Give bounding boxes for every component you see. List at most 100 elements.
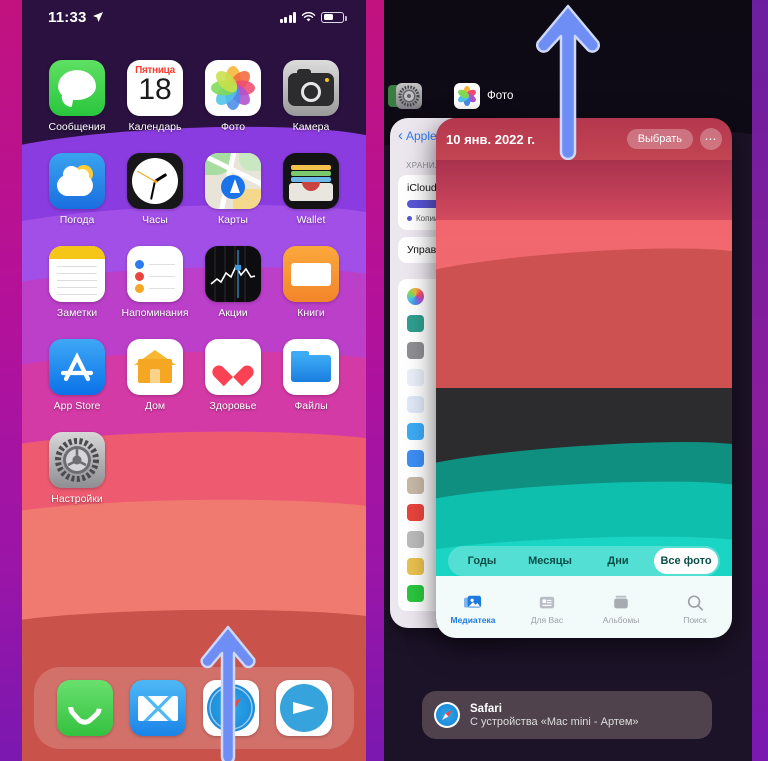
app-store-icon [49, 339, 105, 395]
app-icon-weather[interactable]: Погода [38, 153, 116, 226]
mail-icon[interactable] [129, 680, 186, 736]
segment-days[interactable]: Дни [586, 548, 650, 574]
status-time-group: 11:33 [48, 9, 104, 26]
switcher-tab-photos[interactable]: Фото [454, 83, 513, 109]
switcher-card-photos[interactable]: 10 янв. 2022 г. Выбрать ⋯ Годы Месяцы Дн… [436, 118, 732, 638]
stocks-icon [205, 246, 261, 302]
swipe-up-arrow-icon [535, 4, 601, 160]
handoff-banner[interactable]: Safari С устройства «Mac mini - Артем» [422, 691, 712, 739]
app-icon-messages[interactable]: Сообщения [38, 60, 116, 133]
photo-thumbnail[interactable] [436, 160, 732, 388]
notes-icon [49, 246, 105, 302]
right-edge-gradient [752, 0, 768, 761]
segment-months[interactable]: Месяцы [518, 548, 582, 574]
app-icon-books[interactable]: Книги [272, 246, 350, 319]
app-label: Календарь [128, 121, 182, 133]
wifi-icon [301, 11, 316, 21]
right-phone-panel: Фото ‹ Apple ID ХРАНИЛИЩЕ iCloud+ Копии [384, 0, 768, 761]
messages-icon [407, 585, 424, 602]
app-grid: Сообщения Пятница 18 Календарь Фото Каме… [22, 60, 366, 505]
app-label: Карты [218, 214, 248, 226]
tab-library[interactable]: Медиатека [440, 594, 506, 625]
app-icon-stocks[interactable]: Акции [194, 246, 272, 319]
tab-for-you[interactable]: Для Вас [514, 594, 580, 625]
maps-icon [205, 153, 261, 209]
for-you-icon [539, 596, 555, 608]
dock [34, 667, 354, 749]
app-icon-reminders[interactable]: Напоминания [116, 246, 194, 319]
photos-icon [454, 83, 480, 109]
select-button[interactable]: Выбрать [626, 129, 693, 149]
app-icon-calendar[interactable]: Пятница 18 Календарь [116, 60, 194, 133]
settings-icon [396, 83, 422, 109]
chevron-left-icon: ‹ [398, 127, 403, 144]
app-icon-wallet[interactable]: Wallet [272, 153, 350, 226]
photos-header-actions: Выбрать ⋯ [626, 128, 722, 150]
screenshot-stage: 11:33 Сообщения Пятница 18 Календарь Фот… [0, 0, 768, 761]
switcher-tab-settings[interactable] [388, 83, 429, 109]
reminders-icon [127, 246, 183, 302]
photos-segmented-control: Годы Месяцы Дни Все фото [448, 546, 720, 576]
home-icon [127, 339, 183, 395]
status-time: 11:33 [48, 8, 87, 26]
tab-albums[interactable]: Альбомы [588, 594, 654, 625]
handoff-text: Safari С устройства «Mac mini - Артем» [470, 703, 639, 728]
cellular-signal-icon [279, 11, 296, 23]
photos-segmented-control-wrap: Годы Месяцы Дни Все фото [436, 546, 732, 576]
camera-icon [283, 60, 339, 116]
app-icon-maps[interactable]: Карты [194, 153, 272, 226]
clock-icon [127, 153, 183, 209]
app-icon-photos[interactable]: Фото [194, 60, 272, 133]
battery-icon [321, 11, 347, 23]
news-icon [407, 504, 424, 521]
photos-date: 10 янв. 2022 г. [446, 131, 535, 147]
search-icon [687, 594, 704, 611]
status-bar: 11:33 [22, 0, 366, 34]
notes-icon [407, 558, 424, 575]
keychain-icon [407, 342, 424, 359]
app-label: Камера [292, 121, 330, 133]
app-icon-settings[interactable]: Настройки [38, 432, 116, 505]
swipe-up-arrow-icon [200, 625, 256, 761]
segment-years[interactable]: Годы [450, 548, 514, 574]
settings-icon [49, 432, 105, 488]
app-icon-notes[interactable]: Заметки [38, 246, 116, 319]
app-label: Wallet [296, 214, 326, 226]
health-icon [205, 339, 261, 395]
files-icon [283, 339, 339, 395]
tab-label: Поиск [683, 614, 707, 625]
app-icon-app-store[interactable]: App Store [38, 339, 116, 412]
app-label: Файлы [294, 400, 328, 412]
app-icon-health[interactable]: Здоровье [194, 339, 272, 412]
app-label: Погода [59, 214, 95, 226]
tab-search[interactable]: Поиск [662, 594, 728, 625]
app-label: Дом [144, 400, 166, 412]
left-phone-panel: 11:33 Сообщения Пятница 18 Календарь Фот… [0, 0, 384, 761]
segment-all-photos[interactable]: Все фото [654, 548, 718, 574]
app-icon-clock[interactable]: Часы [116, 153, 194, 226]
home-screen: 11:33 Сообщения Пятница 18 Календарь Фот… [22, 0, 366, 761]
contacts-icon [407, 477, 424, 494]
files-icon [407, 423, 424, 440]
handoff-app-name: Safari [470, 702, 502, 715]
photos-icon [407, 288, 424, 305]
wallet-icon [283, 153, 339, 209]
library-icon [464, 595, 482, 607]
phone-icon[interactable] [56, 680, 113, 736]
dots-icon [407, 531, 424, 548]
albums-icon [614, 595, 628, 608]
safari-icon [434, 702, 460, 728]
location-arrow-icon [92, 12, 103, 22]
app-label: Сообщения [48, 121, 106, 133]
status-indicators [279, 11, 347, 23]
ellipsis-icon[interactable]: ⋯ [700, 128, 722, 150]
app-label: Акции [218, 307, 248, 319]
tab-label: Для Вас [530, 614, 564, 625]
telegram-icon[interactable] [275, 680, 332, 736]
app-icon-files[interactable]: Файлы [272, 339, 350, 412]
app-icon-home[interactable]: Дом [116, 339, 194, 412]
app-icon-camera[interactable]: Камера [272, 60, 350, 133]
app-label: Заметки [56, 307, 98, 319]
photos-icon [205, 60, 261, 116]
tab-label: Медиатека [450, 614, 496, 625]
